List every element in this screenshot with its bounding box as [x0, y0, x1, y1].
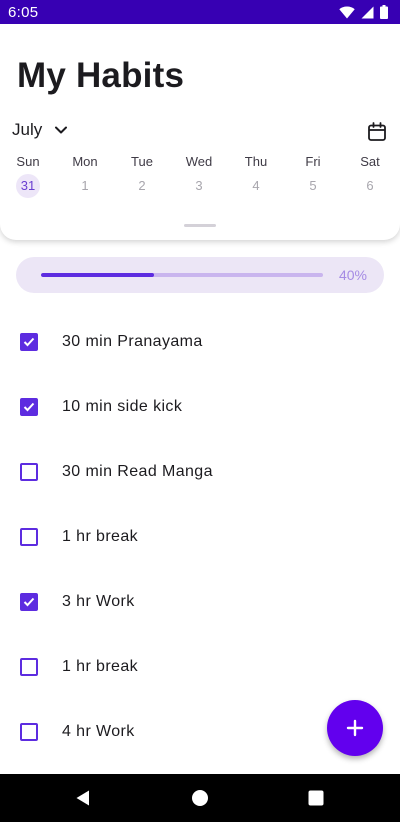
habit-label: 30 min Read Manga [62, 462, 213, 480]
habit-checkbox[interactable] [20, 462, 38, 481]
habit-checkbox[interactable] [20, 592, 38, 611]
day-fri[interactable]: Fri 5 [298, 154, 328, 200]
day-date: 31 [16, 174, 40, 198]
home-icon[interactable] [188, 786, 212, 810]
habit-label: 1 hr break [62, 527, 139, 545]
day-thu[interactable]: Thu 4 [241, 154, 271, 200]
day-name: Fri [305, 154, 321, 169]
habit-row[interactable]: 3 hr Work [0, 569, 400, 634]
habit-label: 30 min Pranayama [62, 332, 203, 350]
habit-label: 1 hr break [62, 657, 139, 675]
back-icon[interactable] [72, 786, 96, 810]
status-time: 6:05 [8, 3, 39, 21]
day-date: 5 [309, 178, 317, 193]
week-strip: Sun 31 Mon 1 Tue 2 Wed 3 Thu 4 Fri 5 Sat… [0, 154, 400, 200]
plus-icon [346, 719, 364, 737]
calendar-button[interactable] [367, 122, 387, 142]
habit-row[interactable]: 10 min side kick [0, 374, 400, 439]
calendar-icon [367, 122, 387, 142]
chevron-down-icon [54, 125, 68, 135]
day-name: Wed [185, 154, 213, 169]
habit-label: 4 hr Work [62, 722, 135, 740]
day-date: 4 [252, 178, 260, 193]
habit-list: 30 min Pranayama 10 min side kick 30 min… [0, 309, 400, 764]
progress-track [41, 273, 323, 277]
drag-handle[interactable] [184, 224, 216, 227]
habit-row[interactable]: 1 hr break [0, 634, 400, 699]
day-mon[interactable]: Mon 1 [70, 154, 100, 200]
month-picker[interactable]: July [12, 120, 68, 140]
habit-checkbox[interactable] [20, 397, 38, 416]
status-bar: 6:05 [0, 0, 400, 24]
progress-percent: 40% [338, 267, 367, 283]
status-icons [339, 5, 388, 19]
day-date: 6 [366, 178, 374, 193]
day-name: Sat [360, 154, 380, 169]
habit-checkbox[interactable] [20, 332, 38, 351]
month-label: July [12, 120, 43, 139]
habit-label: 3 hr Work [62, 592, 135, 610]
habit-label: 10 min side kick [62, 397, 183, 415]
day-date: 2 [138, 178, 146, 193]
day-sat[interactable]: Sat 6 [355, 154, 385, 200]
header-card: My Habits July Sun 31 Mon 1 Tue 2 Wed 3 … [0, 24, 400, 240]
habit-checkbox[interactable] [20, 722, 38, 741]
navigation-bar [0, 774, 400, 822]
day-name: Thu [244, 154, 268, 169]
day-tue[interactable]: Tue 2 [127, 154, 157, 200]
page-title: My Habits [17, 56, 185, 95]
day-wed[interactable]: Wed 3 [184, 154, 214, 200]
wifi-icon [339, 6, 355, 19]
battery-icon [380, 5, 388, 19]
day-sun[interactable]: Sun 31 [13, 154, 43, 200]
day-name: Sun [16, 154, 40, 169]
habit-checkbox[interactable] [20, 527, 38, 546]
progress-pill: 40% [16, 257, 384, 293]
add-habit-button[interactable] [327, 700, 383, 756]
recents-icon[interactable] [304, 786, 328, 810]
habit-row[interactable]: 30 min Pranayama [0, 309, 400, 374]
day-name: Tue [131, 154, 153, 169]
day-date: 1 [81, 178, 89, 193]
habit-checkbox[interactable] [20, 657, 38, 676]
day-name: Mon [72, 154, 98, 169]
habit-screen: 6:05 My Habits July Sun 31 Mon 1 Tue 2 W… [0, 0, 400, 822]
habit-row[interactable]: 30 min Read Manga [0, 439, 400, 504]
signal-icon [361, 6, 374, 19]
day-date: 3 [195, 178, 203, 193]
habit-row[interactable]: 1 hr break [0, 504, 400, 569]
progress-fill [41, 273, 154, 277]
